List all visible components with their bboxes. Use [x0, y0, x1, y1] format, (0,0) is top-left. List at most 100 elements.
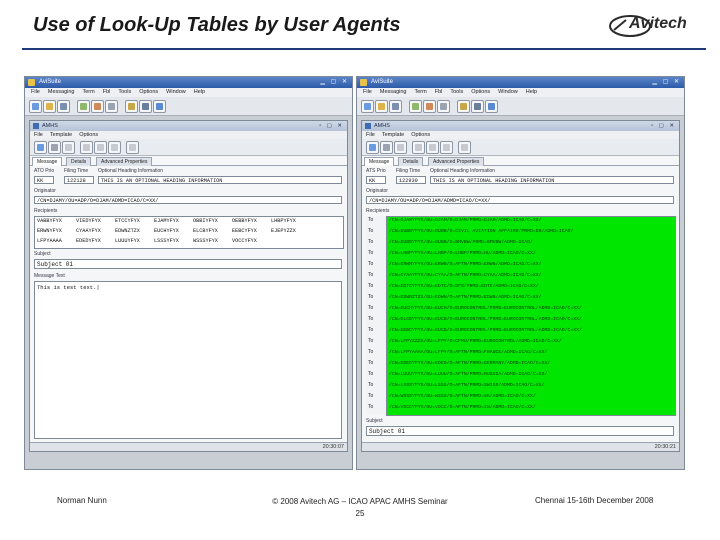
toolbar-receive-icon[interactable]: [91, 100, 104, 113]
menu-messaging[interactable]: Messaging: [48, 89, 75, 95]
resolved-recipient-row[interactable]: /CN=DJAMYFYX/OU=DJAM/O=DJAM/PRMD=DJAM/AD…: [389, 218, 542, 223]
resolved-recipient-row[interactable]: /CN=LFPYAAAA/OU=LFPY/O=AFTN/PRMD=FRANCE/…: [389, 350, 547, 355]
heading-info-field[interactable]: THIS IS AN OPTIONAL HEADING INFORMATION: [430, 176, 674, 184]
recipient-cell[interactable]: CYAAYFYX: [76, 228, 115, 234]
recipient-cell[interactable]: VOCCYFYX: [232, 238, 271, 244]
recipient-cell[interactable]: EJAMYFYX: [154, 218, 193, 224]
recipient-type-to[interactable]: To: [368, 228, 373, 234]
resolved-recipient-row[interactable]: /CN=LSSSYFYX/OU=LSSS/O=AFTN/PRMD=SWISS/A…: [389, 383, 544, 388]
amhs-send-icon[interactable]: [366, 141, 379, 154]
menu-messaging[interactable]: Messaging: [380, 89, 407, 95]
recipient-cell[interactable]: LSSSYFYX: [154, 238, 193, 244]
tab-details[interactable]: Details: [66, 157, 92, 166]
amhs-send-icon[interactable]: [34, 141, 47, 154]
recipient-cell[interactable]: LUUUYFYX: [115, 238, 154, 244]
amhs-template-icon[interactable]: [80, 141, 93, 154]
subject-field[interactable]: Subject 01: [34, 259, 342, 269]
filing-time-field[interactable]: 122930: [396, 176, 426, 184]
tab-message[interactable]: Message: [32, 157, 63, 166]
amhs-window-controls[interactable]: ▫ ▢ ✕: [319, 121, 344, 131]
recipient-type-to[interactable]: To: [368, 371, 373, 377]
tab-details[interactable]: Details: [398, 157, 424, 166]
amhs-print-icon[interactable]: [380, 141, 393, 154]
resolved-recipient-row[interactable]: /CN=LHBPYFYX/OU=LHBP/O=LHBP/PRMD=HU/ADMD…: [389, 251, 536, 256]
tab-message[interactable]: Message: [364, 157, 395, 166]
amhs-menu-file[interactable]: File: [34, 132, 43, 138]
heading-info-field[interactable]: THIS IS AN OPTIONAL HEADING INFORMATION: [98, 176, 342, 184]
resolved-recipient-row[interactable]: /CN=ELCBYFYX/OU=EUCB/O=EUROCONTROL/PRMD=…: [389, 317, 582, 322]
message-text-area[interactable]: This is test text.|: [34, 281, 342, 439]
resolved-recipient-row[interactable]: /CN=EDTCYFYX/OU=EDTC/O=DFS/PRMD=EDTC/ADM…: [389, 284, 539, 289]
recipient-type-to[interactable]: To: [368, 250, 373, 256]
recipient-cell[interactable]: LHBPYFYX: [271, 218, 310, 224]
menu-tools[interactable]: Tools: [118, 89, 131, 95]
toolbar-search-icon[interactable]: [457, 100, 470, 113]
recipient-type-to[interactable]: To: [368, 382, 373, 388]
toolbar-print-icon[interactable]: [437, 100, 450, 113]
resolved-recipient-row[interactable]: /CN=DUBBYFYX/OU=DUBB/O=BMVBW/PRMD=BMVBW/…: [389, 240, 533, 245]
recipient-type-to[interactable]: To: [368, 294, 373, 300]
toolbar-print-icon[interactable]: [105, 100, 118, 113]
amhs-menu-template[interactable]: Template: [382, 132, 404, 138]
toolbar-help-icon[interactable]: [485, 100, 498, 113]
toolbar-new-icon[interactable]: [29, 100, 42, 113]
toolbar-receive-icon[interactable]: [423, 100, 436, 113]
recipient-cell[interactable]: ELCBYFYX: [193, 228, 232, 234]
menu-term[interactable]: Term: [82, 89, 94, 95]
resolved-recipient-row[interactable]: /CN=CYAAYFYX/OU=CYAA/O=AFTN/PRMD=CYAA/AD…: [389, 273, 542, 278]
toolbar-save-icon[interactable]: [57, 100, 70, 113]
toolbar-search-icon[interactable]: [125, 100, 138, 113]
tab-advanced-properties[interactable]: Advanced Properties: [428, 157, 485, 166]
recipient-cell[interactable]: EDWNZTZX: [115, 228, 154, 234]
recipient-cell[interactable]: EJEPYZZX: [271, 228, 310, 234]
menu-window[interactable]: Window: [498, 89, 518, 95]
subject-field[interactable]: Subject 01: [366, 426, 674, 436]
recipient-type-to[interactable]: To: [368, 272, 373, 278]
menu-term[interactable]: Term: [414, 89, 426, 95]
filing-time-field[interactable]: 122128: [64, 176, 94, 184]
resolved-recipient-row[interactable]: /CN=EUCHYFYX/OU=EUCH/O=EUROCONTROL/PRMD=…: [389, 306, 582, 311]
resolved-recipient-row[interactable]: /CN=EDEDYFYX/OU=EDED/O=AFTN/PRMD=GERMANY…: [389, 361, 550, 366]
recipient-cell[interactable]: WSSSYFYX: [193, 238, 232, 244]
amhs-copy-icon[interactable]: [62, 141, 75, 154]
recipient-cell[interactable]: EEBCYFYX: [232, 228, 271, 234]
toolbar-new-icon[interactable]: [361, 100, 374, 113]
tab-advanced-properties[interactable]: Advanced Properties: [96, 157, 153, 166]
toolbar-send-icon[interactable]: [77, 100, 90, 113]
recipient-type-to[interactable]: To: [368, 404, 373, 410]
recipient-type-to[interactable]: To: [368, 283, 373, 289]
toolbar-open-icon[interactable]: [375, 100, 388, 113]
menu-fbl[interactable]: Fbl: [435, 89, 443, 95]
amhs-template-icon[interactable]: [412, 141, 425, 154]
prio-select[interactable]: KK: [366, 176, 386, 184]
menu-help[interactable]: Help: [194, 89, 205, 95]
window-controls[interactable]: ▁ ▢ ✕: [652, 79, 681, 86]
resolved-recipients-list[interactable]: /CN=DJAMYFYX/OU=DJAM/O=DJAM/PRMD=DJAM/AD…: [386, 216, 676, 416]
amhs-copy-icon[interactable]: [394, 141, 407, 154]
amhs-print-icon[interactable]: [48, 141, 61, 154]
window-controls[interactable]: ▁ ▢ ✕: [320, 79, 349, 86]
recipient-type-to[interactable]: To: [368, 360, 373, 366]
recipient-type-to[interactable]: To: [368, 217, 373, 223]
menu-file[interactable]: File: [363, 89, 372, 95]
amhs-image-icon[interactable]: [458, 141, 471, 154]
recipient-type-to[interactable]: To: [368, 305, 373, 311]
amhs-menu-options[interactable]: Options: [411, 132, 430, 138]
resolved-recipient-row[interactable]: /CN=EDWNZTZX/OU=EDWN/O=AFTN/PRMD=EDWN/AD…: [389, 295, 542, 300]
recipient-type-to[interactable]: To: [368, 316, 373, 322]
resolved-recipient-row[interactable]: /CN=WSSSYFYX/OU=WSSS/O=AFTN/PRMD=SG/ADMD…: [389, 394, 536, 399]
recipient-cell[interactable]: OEBBYFYX: [232, 218, 271, 224]
menu-help[interactable]: Help: [526, 89, 537, 95]
recipient-cell[interactable]: VIEDYFYX: [76, 218, 115, 224]
resolved-recipient-row[interactable]: /CN=VOCCYFYX/OU=VOCC/O=AFTN/PRMD=IN/ADMD…: [389, 405, 536, 410]
amhs-image-icon[interactable]: [126, 141, 139, 154]
amhs-attach-icon[interactable]: [426, 141, 439, 154]
prio-select[interactable]: KK: [34, 176, 54, 184]
toolbar-settings-icon[interactable]: [471, 100, 484, 113]
amhs-clear-icon[interactable]: [440, 141, 453, 154]
recipient-cell[interactable]: EDEDYFYX: [76, 238, 115, 244]
recipient-type-to[interactable]: To: [368, 338, 373, 344]
toolbar-save-icon[interactable]: [389, 100, 402, 113]
toolbar-send-icon[interactable]: [409, 100, 422, 113]
resolved-recipient-row[interactable]: /CN=LFPYZZZX/OU=LFPY/O=CFMU/PRMD=EUROCON…: [389, 339, 562, 344]
